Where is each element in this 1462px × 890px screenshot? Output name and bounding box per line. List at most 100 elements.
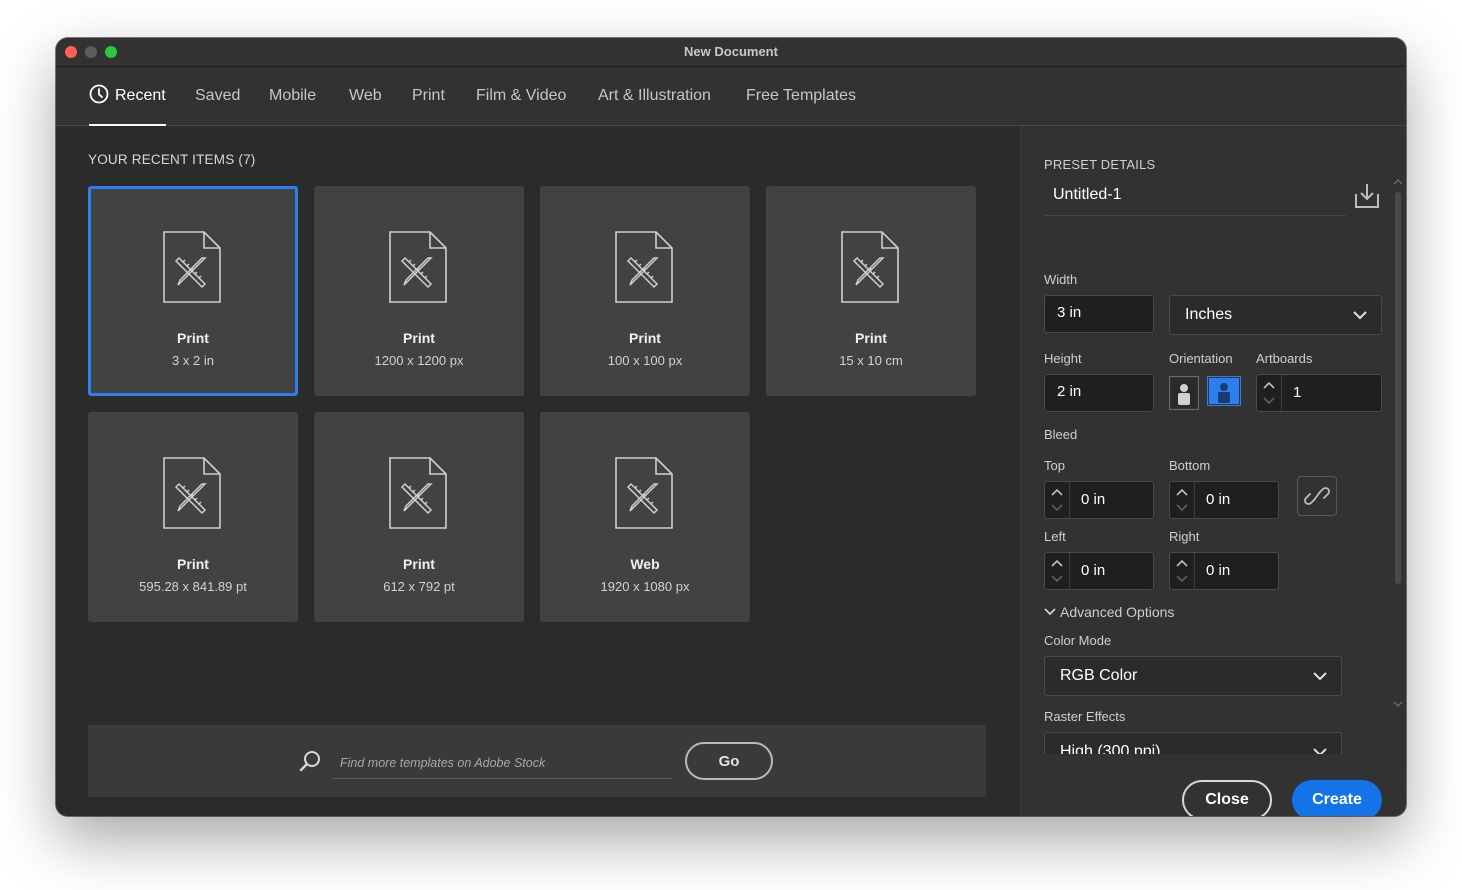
- preset-scrollbar[interactable]: [1393, 178, 1403, 718]
- doc-icon-wrap: [840, 230, 900, 309]
- bleed-left-label: Left: [1044, 529, 1066, 544]
- height-input[interactable]: 2 in: [1044, 374, 1154, 412]
- recent-item-size: 1200 x 1200 px: [374, 353, 464, 368]
- bleed-bottom-stepper[interactable]: 0 in: [1169, 481, 1279, 519]
- recent-item-tile[interactable]: Print 3 x 2 in: [88, 186, 298, 396]
- document-template-icon: [615, 231, 673, 303]
- document-template-icon: [389, 231, 447, 303]
- recent-items-heading: YOUR RECENT ITEMS (7): [88, 152, 255, 167]
- tab-print[interactable]: Print: [412, 67, 445, 125]
- doc-icon-wrap: [614, 230, 674, 309]
- recent-item-size: 100 x 100 px: [607, 353, 683, 368]
- recent-item-tile[interactable]: Print 100 x 100 px: [540, 186, 750, 396]
- recent-item-name: Print: [403, 556, 435, 572]
- recent-item-tile[interactable]: Print 612 x 792 pt: [314, 412, 524, 622]
- document-template-icon: [163, 457, 221, 529]
- stepper-arrows: [1170, 482, 1195, 518]
- decrement-icon[interactable]: [1263, 397, 1275, 405]
- document-template-icon: [389, 457, 447, 529]
- document-template-icon: [615, 457, 673, 529]
- increment-icon[interactable]: [1051, 559, 1063, 567]
- adobe-stock-search-bar: Go: [88, 725, 986, 797]
- go-button[interactable]: Go: [685, 742, 773, 780]
- stepper-arrows: [1045, 482, 1070, 518]
- recent-item-size: 15 x 10 cm: [839, 353, 903, 368]
- close-button[interactable]: Close: [1182, 780, 1272, 816]
- tab-free-templates[interactable]: Free Templates: [746, 67, 856, 125]
- bleed-label: Bleed: [1044, 427, 1078, 442]
- tab-saved[interactable]: Saved: [195, 67, 240, 125]
- chevron-down-icon: [1044, 608, 1056, 616]
- decrement-icon[interactable]: [1051, 575, 1063, 583]
- color-mode-select[interactable]: RGB Color: [1044, 656, 1342, 696]
- scrollbar-thumb[interactable]: [1395, 192, 1401, 584]
- bleed-top-value: 0 in: [1081, 491, 1106, 508]
- recent-item-size: 1920 x 1080 px: [600, 579, 690, 594]
- tab-film-video[interactable]: Film & Video: [476, 67, 566, 125]
- bleed-top-stepper[interactable]: 0 in: [1044, 481, 1154, 519]
- title-bar: New Document: [56, 38, 1406, 67]
- doc-icon-wrap: [162, 456, 222, 535]
- chevron-down-icon: [1313, 672, 1327, 681]
- units-select[interactable]: Inches: [1169, 295, 1382, 335]
- tab-recent[interactable]: Recent: [89, 67, 166, 126]
- landscape-icon: [1209, 378, 1239, 404]
- bleed-top-label: Top: [1044, 458, 1065, 473]
- color-mode-label: Color Mode: [1044, 633, 1112, 648]
- decrement-icon[interactable]: [1051, 504, 1063, 512]
- recent-item-tile[interactable]: Print 15 x 10 cm: [766, 186, 976, 396]
- tab-art-illustration[interactable]: Art & Illustration: [598, 67, 711, 125]
- bleed-right-stepper[interactable]: 0 in: [1169, 552, 1279, 590]
- scroll-down-icon[interactable]: [1393, 700, 1403, 708]
- bleed-left-stepper[interactable]: 0 in: [1044, 552, 1154, 590]
- decrement-icon[interactable]: [1176, 504, 1188, 512]
- preset-details-title: PRESET DETAILS: [1044, 157, 1156, 172]
- create-button[interactable]: Create: [1292, 780, 1382, 816]
- doc-icon-wrap: [388, 456, 448, 535]
- units-value: Inches: [1185, 306, 1233, 323]
- advanced-options-toggle[interactable]: Advanced Options: [1044, 604, 1174, 620]
- tab-web[interactable]: Web: [349, 67, 382, 125]
- landscape-orientation-button[interactable]: [1207, 376, 1241, 406]
- bleed-bottom-label: Bottom: [1169, 458, 1211, 473]
- recent-item-tile[interactable]: Web 1920 x 1080 px: [540, 412, 750, 622]
- height-label: Height: [1044, 351, 1082, 366]
- adobe-stock-search-input[interactable]: [332, 747, 672, 779]
- window-title: New Document: [684, 44, 778, 59]
- bleed-left-value: 0 in: [1081, 562, 1106, 579]
- chevron-down-icon: [1353, 311, 1367, 320]
- decrement-icon[interactable]: [1176, 575, 1188, 583]
- increment-icon[interactable]: [1176, 559, 1188, 567]
- recent-item-size: 3 x 2 in: [172, 353, 214, 368]
- doc-icon-wrap: [614, 456, 674, 535]
- width-label: Width: [1044, 272, 1078, 287]
- portrait-orientation-button[interactable]: [1169, 376, 1199, 410]
- clock-icon: [89, 84, 109, 104]
- category-tabs: Recent Saved Mobile Web Print Film & Vid…: [56, 67, 1406, 126]
- recent-item-name: Web: [630, 556, 660, 572]
- artboards-stepper[interactable]: 1: [1256, 374, 1382, 412]
- document-template-icon: [163, 231, 221, 303]
- increment-icon[interactable]: [1176, 488, 1188, 496]
- doc-icon-wrap: [162, 230, 222, 309]
- link-bleed-button[interactable]: [1297, 476, 1337, 516]
- recent-item-tile[interactable]: Print 1200 x 1200 px: [314, 186, 524, 396]
- search-icon: [299, 751, 320, 772]
- orientation-label: Orientation: [1169, 351, 1233, 366]
- recent-items-pane: YOUR RECENT ITEMS (7) Print 3 x 2 in Print…: [56, 126, 1018, 816]
- width-input[interactable]: 3 in: [1044, 295, 1154, 333]
- stepper-arrows: [1257, 375, 1282, 411]
- save-preset-icon[interactable]: [1353, 182, 1381, 215]
- preset-details-pane: PRESET DETAILS Untitled-1 Width 3 in Inc…: [1018, 126, 1406, 816]
- artboards-label: Artboards: [1256, 351, 1313, 366]
- artboards-value: 1: [1293, 384, 1302, 401]
- tab-mobile[interactable]: Mobile: [269, 67, 316, 125]
- document-name-field[interactable]: Untitled-1: [1044, 178, 1346, 216]
- recent-item-name: Print: [855, 330, 887, 346]
- increment-icon[interactable]: [1263, 381, 1275, 389]
- recent-items-count: (7): [238, 152, 256, 167]
- increment-icon[interactable]: [1051, 488, 1063, 496]
- scroll-up-icon[interactable]: [1393, 178, 1403, 186]
- recent-item-size: 595.28 x 841.89 pt: [139, 579, 247, 594]
- recent-item-tile[interactable]: Print 595.28 x 841.89 pt: [88, 412, 298, 622]
